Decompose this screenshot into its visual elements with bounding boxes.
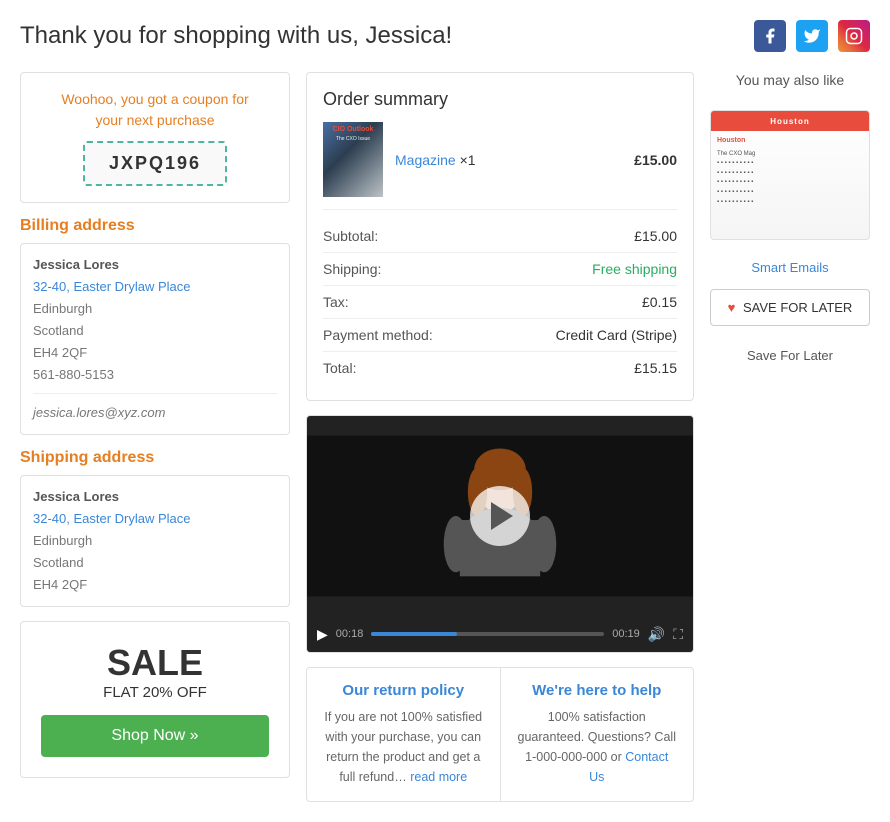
facebook-icon[interactable] [754, 20, 786, 52]
play-button[interactable] [470, 486, 530, 546]
billing-street: 32-40, Easter Drylaw Place [33, 276, 277, 298]
video-controls: ▶ 00:18 00:19 🔊 ⛶ [307, 616, 693, 652]
video-progress-fill [371, 632, 457, 636]
total-value: £15.15 [634, 360, 677, 376]
order-summary: Order summary CIO Outlook The CXO Issue … [306, 72, 694, 401]
billing-postcode: EH4 2QF [33, 342, 277, 364]
order-rows: Subtotal: £15.00 Shipping: Free shipping… [323, 220, 677, 384]
order-item-qty: ×1 [460, 152, 476, 168]
return-policy-box: Our return policy If you are not 100% sa… [307, 668, 501, 801]
billing-phone: 561-880-5153 [33, 364, 277, 386]
you-may-like-image: Houston Houston The CXO Mag ▪ ▪ ▪ ▪ ▪ ▪ … [710, 110, 870, 240]
tax-value: £0.15 [642, 294, 677, 310]
video-thumbnail[interactable] [307, 416, 693, 616]
order-row-total: Total: £15.15 [323, 352, 677, 384]
order-row-payment: Payment method: Credit Card (Stripe) [323, 319, 677, 352]
order-row-tax: Tax: £0.15 [323, 286, 677, 319]
sale-subtitle: FLAT 20% OFF [41, 684, 269, 701]
total-label: Total: [323, 360, 356, 376]
video-time-start: 00:18 [336, 628, 364, 640]
subtotal-value: £15.00 [634, 228, 677, 244]
order-item-image: CIO Outlook The CXO Issue [323, 122, 383, 197]
save-for-later-label: Save For Later [710, 348, 870, 363]
shipping-address: Jessica Lores 32-40, Easter Drylaw Place… [20, 475, 290, 607]
subtotal-label: Subtotal: [323, 228, 378, 244]
shop-now-button[interactable]: Shop Now » [41, 715, 269, 757]
save-for-later-button[interactable]: ♥ SAVE FOR LATER [710, 289, 870, 326]
volume-button[interactable]: 🔊 [648, 626, 665, 643]
order-row-subtotal: Subtotal: £15.00 [323, 220, 677, 253]
shipping-label: Shipping: [323, 261, 381, 277]
shipping-street: 32-40, Easter Drylaw Place [33, 508, 277, 530]
tax-label: Tax: [323, 294, 349, 310]
twitter-icon[interactable] [796, 20, 828, 52]
video-player: ▶ 00:18 00:19 🔊 ⛶ [306, 415, 694, 653]
order-row-shipping: Shipping: Free shipping [323, 253, 677, 286]
sale-box: SALE FLAT 20% OFF Shop Now » [20, 621, 290, 778]
billing-name: Jessica Lores [33, 254, 277, 276]
fullscreen-button[interactable]: ⛶ [673, 626, 683, 643]
you-may-like-label[interactable]: Smart Emails [710, 260, 870, 275]
play-pause-button[interactable]: ▶ [317, 626, 328, 643]
help-title: We're here to help [517, 682, 678, 699]
billing-region: Scotland [33, 320, 277, 342]
read-more-link[interactable]: read more [410, 770, 467, 784]
you-may-like-title: You may also like [710, 72, 870, 88]
heart-icon: ♥ [728, 300, 736, 315]
return-policy-text: If you are not 100% satisfied with your … [323, 707, 484, 787]
billing-title: Billing address [20, 217, 290, 235]
shipping-value: Free shipping [592, 261, 677, 277]
order-item-price: £15.00 [634, 152, 677, 168]
coupon-title: Woohoo, you got a coupon for your next p… [37, 89, 273, 131]
instagram-icon[interactable] [838, 20, 870, 52]
help-text: 100% satisfaction guaranteed. Questions?… [517, 707, 678, 787]
shipping-postcode: EH4 2QF [33, 574, 277, 596]
coupon-box: Woohoo, you got a coupon for your next p… [20, 72, 290, 203]
payment-label: Payment method: [323, 327, 433, 343]
help-box: We're here to help 100% satisfaction gua… [501, 668, 694, 801]
shipping-region: Scotland [33, 552, 277, 574]
shipping-title: Shipping address [20, 449, 290, 467]
billing-email: jessica.lores@xyz.com [33, 393, 277, 424]
billing-city: Edinburgh [33, 298, 277, 320]
coupon-code: JXPQ196 [83, 141, 227, 186]
order-summary-title: Order summary [323, 89, 677, 110]
payment-value: Credit Card (Stripe) [556, 327, 677, 343]
page-title: Thank you for shopping with us, Jessica! [20, 22, 452, 50]
bottom-info: Our return policy If you are not 100% sa… [306, 667, 694, 802]
video-progress-bar[interactable] [371, 632, 604, 636]
order-item: CIO Outlook The CXO Issue Magazine ×1 £1… [323, 122, 677, 210]
shipping-name: Jessica Lores [33, 486, 277, 508]
shipping-city: Edinburgh [33, 530, 277, 552]
sale-title: SALE [41, 642, 269, 684]
order-item-name: Magazine [395, 152, 456, 168]
video-time-end: 00:19 [612, 628, 640, 640]
shipping-section: Shipping address Jessica Lores 32-40, Ea… [20, 449, 290, 607]
return-policy-title: Our return policy [323, 682, 484, 699]
billing-section: Billing address Jessica Lores 32-40, Eas… [20, 217, 290, 435]
billing-address: Jessica Lores 32-40, Easter Drylaw Place… [20, 243, 290, 435]
